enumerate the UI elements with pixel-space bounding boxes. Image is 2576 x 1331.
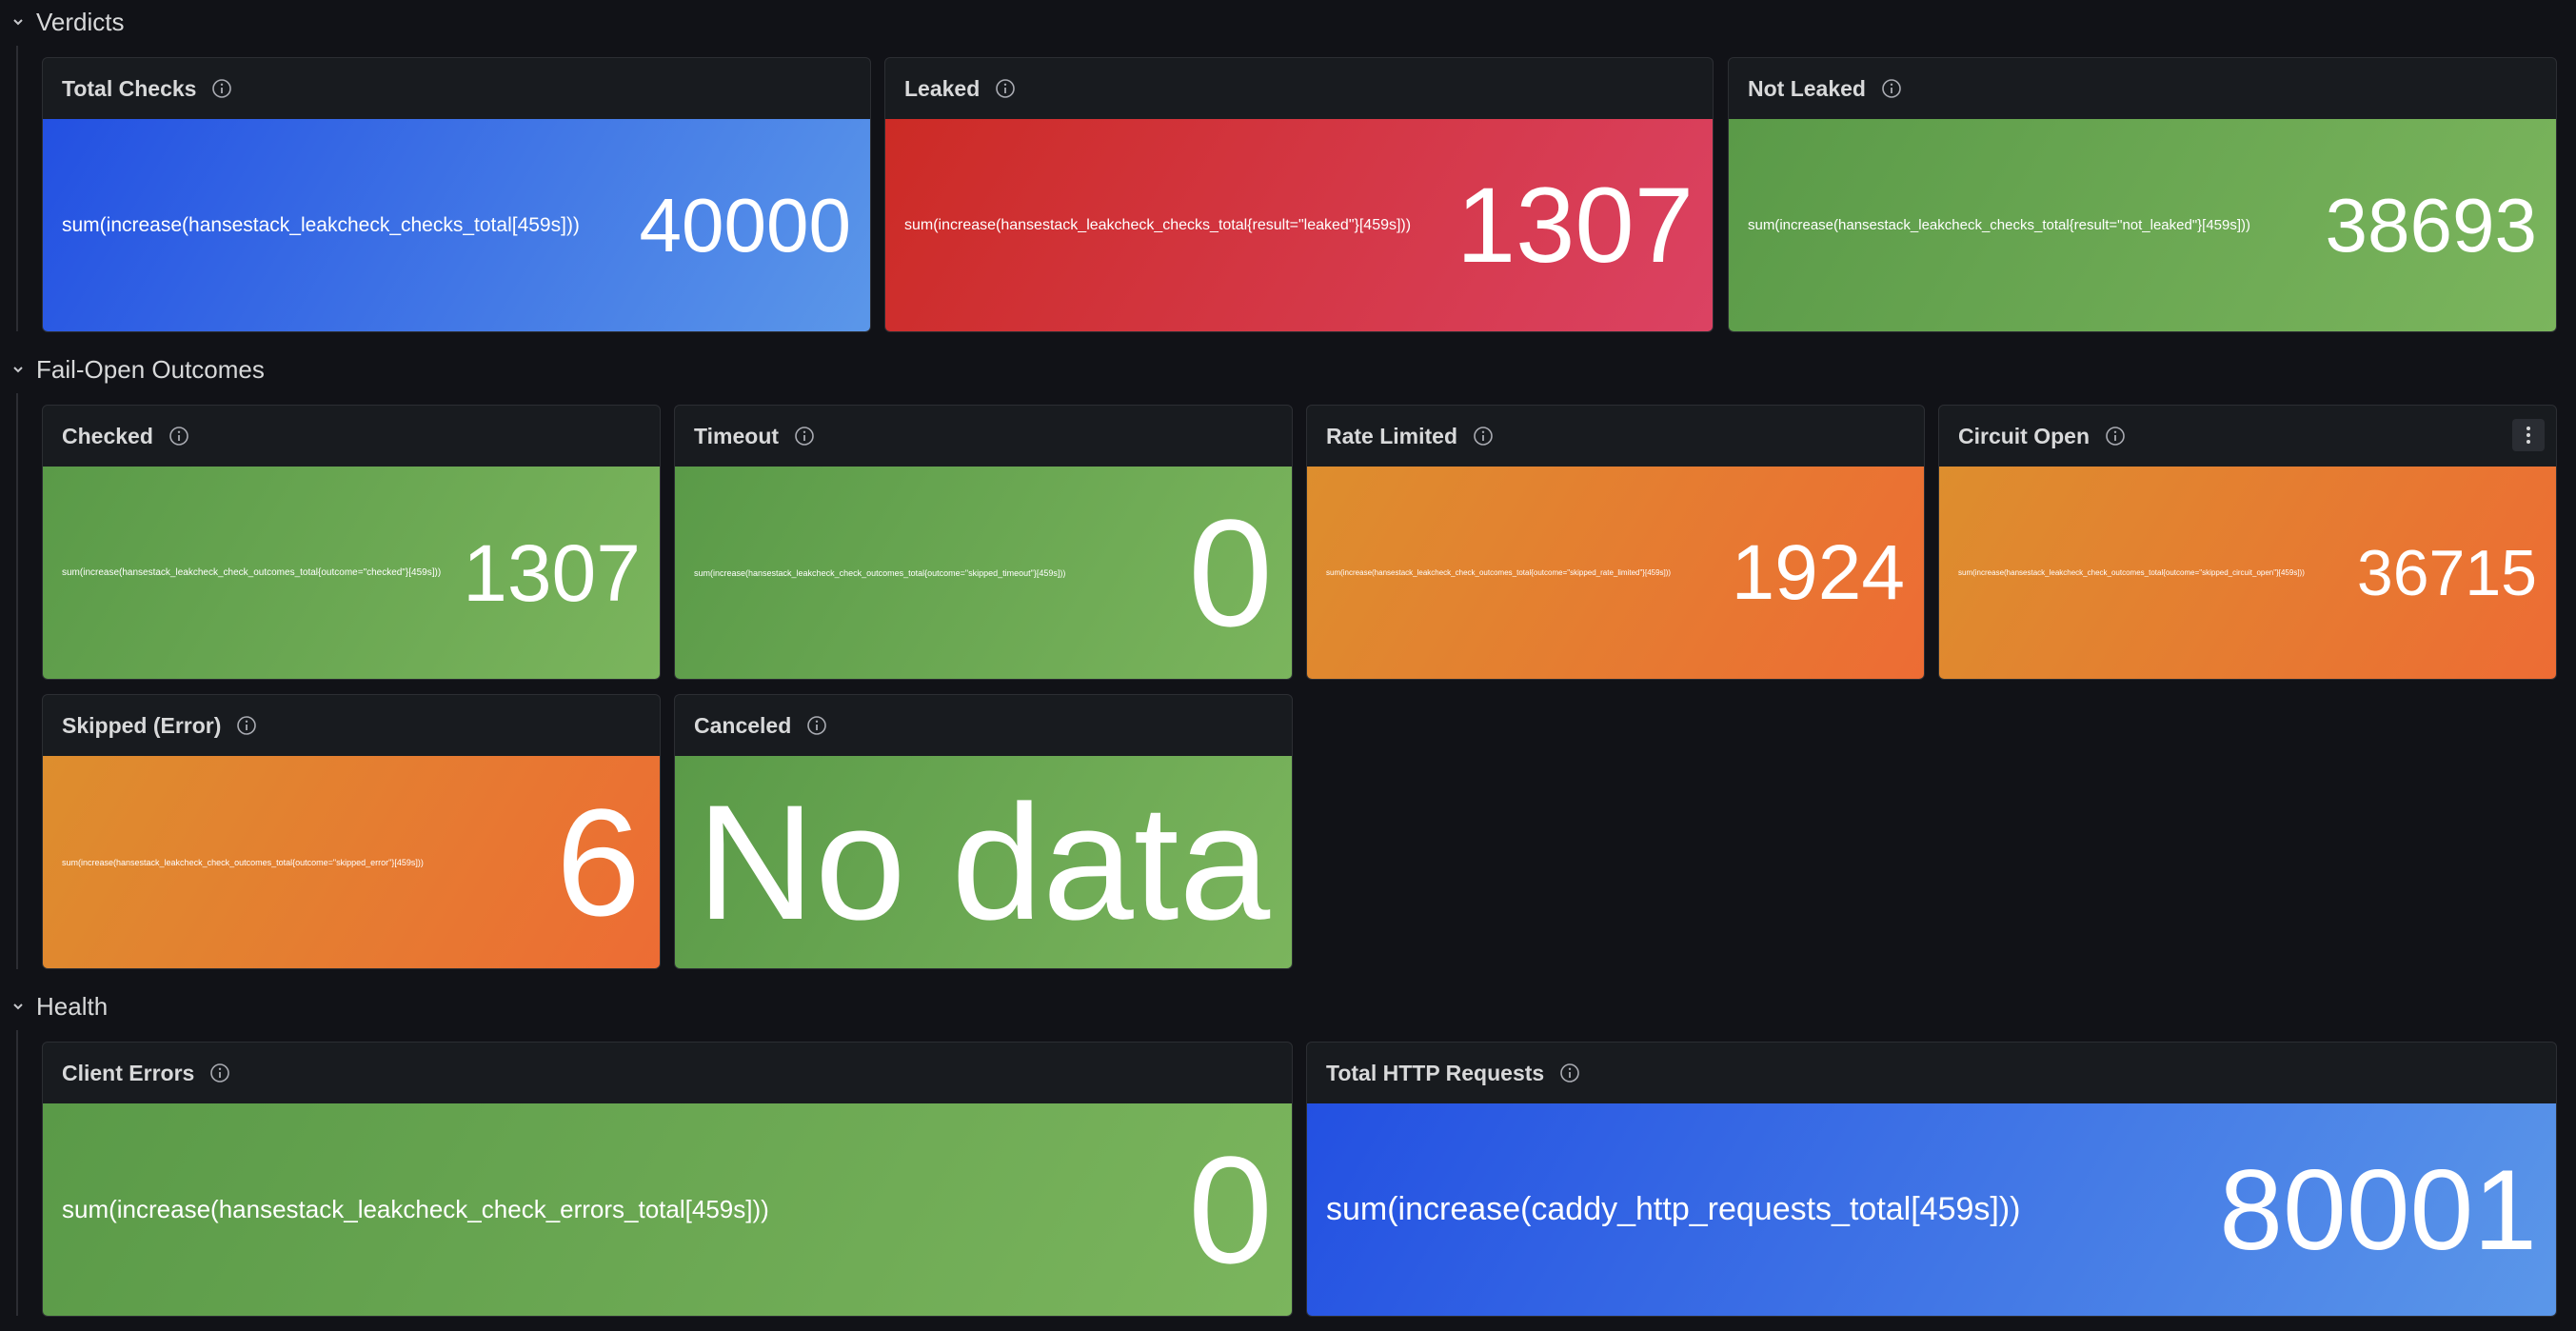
chevron-down-icon[interactable] — [0, 1000, 36, 1013]
panel-total-checks[interactable]: Total Checks sum(increase(hansestack_lea… — [42, 57, 871, 332]
panel-title: Skipped (Error) — [62, 712, 222, 738]
kebab-menu-icon[interactable] — [2512, 419, 2545, 451]
panel-header[interactable]: Timeout — [675, 406, 1292, 467]
panel-rate-limited[interactable]: Rate Limited sum(increase(hansestack_lea… — [1306, 405, 1925, 680]
stat-body: sum(increase(hansestack_leakcheck_check_… — [43, 1103, 1292, 1316]
row-title: Fail-Open Outcomes — [36, 354, 265, 384]
stat-query-label: sum(increase(hansestack_leakcheck_checks… — [62, 213, 580, 236]
info-icon[interactable] — [806, 715, 827, 736]
stat-body: sum(increase(hansestack_leakcheck_check_… — [43, 756, 660, 968]
info-icon[interactable] — [1881, 78, 1902, 99]
panel-title: Rate Limited — [1326, 423, 1458, 448]
panel-header[interactable]: Checked — [43, 406, 660, 467]
stat-body: sum(increase(hansestack_leakcheck_check_… — [1307, 467, 1924, 679]
panel-title: Leaked — [904, 75, 981, 101]
stat-body: sum(increase(hansestack_leakcheck_check_… — [675, 467, 1292, 679]
stat-value: 1307 — [1456, 165, 1694, 285]
stat-query-label: sum(increase(hansestack_leakcheck_check_… — [62, 857, 424, 867]
stat-query-label: sum(increase(hansestack_leakcheck_check_… — [1958, 568, 2305, 577]
stat-value: 40000 — [639, 182, 851, 268]
panel-title: Timeout — [694, 423, 780, 448]
no-data-message: No data — [675, 756, 1292, 968]
stat-query-label: sum(increase(caddy_http_requests_total[4… — [1326, 1191, 2021, 1227]
panel-header[interactable]: Skipped (Error) — [43, 695, 660, 756]
info-icon[interactable] — [995, 78, 1016, 99]
info-icon[interactable] — [168, 426, 189, 447]
panel-header[interactable]: Client Errors — [43, 1043, 1292, 1103]
info-icon[interactable] — [2105, 426, 2126, 447]
row-divider — [16, 1030, 18, 1316]
panel-title: Client Errors — [62, 1060, 195, 1085]
panel-title: Canceled — [694, 712, 792, 738]
chevron-down-icon[interactable] — [0, 15, 36, 29]
row-header-health[interactable]: Health — [0, 984, 108, 1028]
panel-title: Circuit Open — [1958, 423, 2091, 448]
stat-query-label: sum(increase(hansestack_leakcheck_check_… — [694, 567, 1066, 578]
panel-title: Total HTTP Requests — [1326, 1060, 1545, 1085]
stat-body: sum(increase(hansestack_leakcheck_checks… — [43, 119, 870, 331]
info-icon[interactable] — [1559, 1063, 1580, 1083]
stat-body: sum(increase(hansestack_leakcheck_checks… — [1729, 119, 2556, 331]
info-icon[interactable] — [209, 1063, 230, 1083]
panel-circuit-open[interactable]: Circuit Open sum(increase(hansestack_lea… — [1938, 405, 2557, 680]
row-divider — [16, 393, 18, 969]
stat-value: 80001 — [2219, 1145, 2537, 1274]
panel-not-leaked[interactable]: Not Leaked sum(increase(hansestack_leakc… — [1728, 57, 2557, 332]
info-icon[interactable] — [794, 426, 815, 447]
row-divider — [16, 46, 18, 331]
panel-canceled[interactable]: Canceled No data — [674, 694, 1293, 969]
panel-header[interactable]: Not Leaked — [1729, 58, 2556, 119]
panel-client-errors[interactable]: Client Errors sum(increase(hansestack_le… — [42, 1042, 1293, 1317]
stat-value: 0 — [1188, 487, 1273, 658]
panel-checked[interactable]: Checked sum(increase(hansestack_leakchec… — [42, 405, 661, 680]
panel-skipped-error[interactable]: Skipped (Error) sum(increase(hansestack_… — [42, 694, 661, 969]
stat-query-label: sum(increase(hansestack_leakcheck_checks… — [1748, 217, 2251, 233]
info-icon[interactable] — [1473, 426, 1494, 447]
stat-value: 1924 — [1731, 528, 1905, 616]
stat-value: 36715 — [2356, 536, 2537, 609]
panel-header[interactable]: Rate Limited — [1307, 406, 1924, 467]
panel-header[interactable]: Canceled — [675, 695, 1292, 756]
stat-query-label: sum(increase(hansestack_leakcheck_check_… — [62, 1195, 769, 1223]
chevron-down-icon[interactable] — [0, 363, 36, 376]
row-header-fail-open-outcomes[interactable]: Fail-Open Outcomes — [0, 348, 265, 391]
stat-body: sum(increase(hansestack_leakcheck_check_… — [1939, 467, 2556, 679]
panel-title: Checked — [62, 423, 153, 448]
panel-timeout[interactable]: Timeout sum(increase(hansestack_leakchec… — [674, 405, 1293, 680]
stat-value: 0 — [1188, 1123, 1273, 1295]
info-icon[interactable] — [211, 78, 232, 99]
panel-title: Total Checks — [62, 75, 197, 101]
stat-body: sum(increase(hansestack_leakcheck_check_… — [43, 467, 660, 679]
info-icon[interactable] — [236, 715, 257, 736]
panel-header[interactable]: Total HTTP Requests — [1307, 1043, 2556, 1103]
stat-body: sum(increase(caddy_http_requests_total[4… — [1307, 1103, 2556, 1316]
panel-title: Not Leaked — [1748, 75, 1866, 101]
stat-value: 6 — [556, 776, 641, 947]
row-header-verdicts[interactable]: Verdicts — [0, 0, 125, 44]
stat-query-label: sum(increase(hansestack_leakcheck_checks… — [904, 216, 1412, 233]
stat-body: sum(increase(hansestack_leakcheck_checks… — [885, 119, 1713, 331]
row-title: Health — [36, 991, 109, 1021]
stat-query-label: sum(increase(hansestack_leakcheck_check_… — [1326, 568, 1672, 577]
stat-value: 1307 — [463, 527, 641, 618]
row-title: Verdicts — [36, 7, 125, 36]
panel-header[interactable]: Circuit Open — [1939, 406, 2556, 467]
panel-header[interactable]: Total Checks — [43, 58, 870, 119]
panel-header[interactable]: Leaked — [885, 58, 1713, 119]
panel-total-http-requests[interactable]: Total HTTP Requests sum(increase(caddy_h… — [1306, 1042, 2557, 1317]
stat-value: 38693 — [2325, 182, 2537, 268]
stat-query-label: sum(increase(hansestack_leakcheck_check_… — [62, 567, 442, 578]
panel-leaked[interactable]: Leaked sum(increase(hansestack_leakcheck… — [884, 57, 1714, 332]
